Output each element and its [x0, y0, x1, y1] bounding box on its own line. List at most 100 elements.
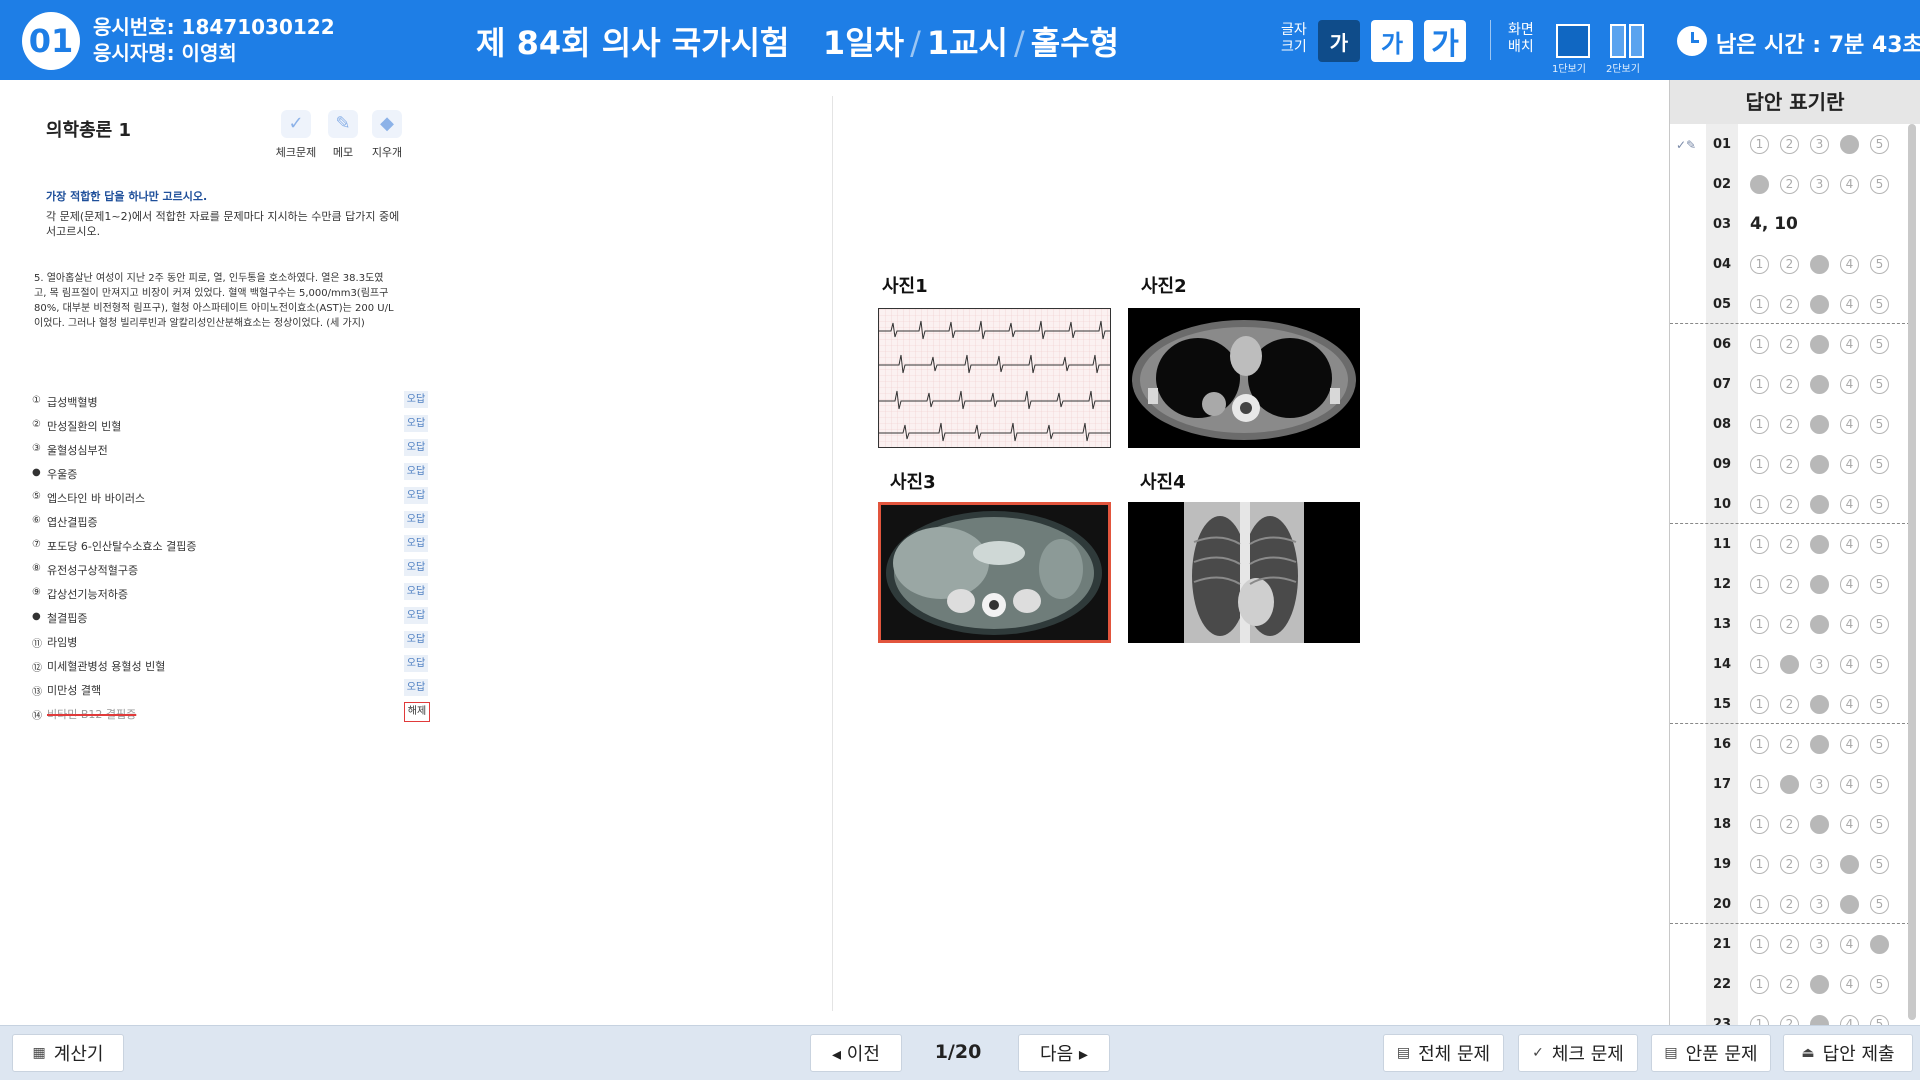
answer-bubble[interactable]: 3	[1810, 175, 1829, 194]
answer-bubble[interactable]: 4	[1840, 495, 1859, 514]
answer-bubble[interactable]: 1	[1750, 735, 1769, 754]
answer-bubble[interactable]: 2	[1780, 375, 1799, 394]
scrollbar-thumb[interactable]	[1908, 124, 1916, 1020]
answer-bubble[interactable]: 1	[1750, 495, 1769, 514]
mark-wrong-button[interactable]: 오답	[404, 655, 428, 672]
answer-bubble-selected[interactable]: 3	[1810, 335, 1829, 354]
answer-question-number[interactable]: 15	[1706, 697, 1738, 712]
answer-question-number[interactable]: 21	[1706, 937, 1738, 952]
answer-bubble-selected[interactable]: 3	[1810, 375, 1829, 394]
answer-question-number[interactable]: 19	[1706, 857, 1738, 872]
calculator-button[interactable]: ▦ 계산기	[12, 1034, 124, 1072]
answer-bubble[interactable]: 1	[1750, 615, 1769, 634]
answer-bubble-selected[interactable]: 3	[1810, 1015, 1829, 1025]
memo-tool[interactable]: ✎ 메모	[321, 110, 365, 160]
answer-bubble-selected[interactable]: 4	[1840, 895, 1859, 914]
answer-bubble[interactable]: 2	[1780, 855, 1799, 874]
answer-bubble[interactable]: 3	[1810, 135, 1829, 154]
answer-bubble[interactable]: 1	[1750, 655, 1769, 674]
all-questions-button[interactable]: ▤ 전체 문제	[1383, 1034, 1504, 1072]
answer-question-number[interactable]: 12	[1706, 577, 1738, 592]
answer-bubble[interactable]: 1	[1750, 975, 1769, 994]
answer-bubble[interactable]: 4	[1840, 455, 1859, 474]
answer-question-number[interactable]: 05	[1706, 297, 1738, 312]
answer-bubble[interactable]: 4	[1840, 935, 1859, 954]
mark-wrong-button[interactable]: 오답	[404, 415, 428, 432]
answer-bubble[interactable]: 1	[1750, 775, 1769, 794]
option-row[interactable]: ⑬ 미만성 결핵 오답	[32, 678, 432, 702]
answer-bubble[interactable]: 4	[1840, 1015, 1859, 1025]
two-column-layout-button[interactable]	[1610, 24, 1644, 58]
answer-bubble[interactable]: 2	[1780, 295, 1799, 314]
answer-bubble[interactable]: 1	[1750, 255, 1769, 274]
answer-bubble[interactable]: 2	[1780, 575, 1799, 594]
abdomen-ct-image[interactable]	[878, 502, 1111, 643]
typed-answer[interactable]: 4, 10	[1750, 214, 1798, 234]
option-row[interactable]: ⑫ 미세혈관병성 용혈성 빈혈 오답	[32, 654, 432, 678]
mark-wrong-button[interactable]: 오답	[404, 559, 428, 576]
answer-question-number[interactable]: 09	[1706, 457, 1738, 472]
answer-bubble-selected[interactable]: 3	[1810, 455, 1829, 474]
answer-question-number[interactable]: 18	[1706, 817, 1738, 832]
option-row[interactable]: ● 우울증 오답	[32, 462, 432, 486]
answer-question-number[interactable]: 23	[1706, 1017, 1738, 1025]
option-row-struck[interactable]: ⑭ 비타민 B12 결핍증 해제	[32, 702, 432, 726]
answer-bubble[interactable]: 5	[1870, 255, 1889, 274]
answer-bubble[interactable]: 5	[1870, 495, 1889, 514]
option-row[interactable]: ③ 울혈성심부전 오답	[32, 438, 432, 462]
font-size-large-button[interactable]: 가	[1424, 20, 1466, 62]
answer-bubble[interactable]: 2	[1780, 895, 1799, 914]
answer-question-number[interactable]: 13	[1706, 617, 1738, 632]
answer-bubble[interactable]: 5	[1870, 375, 1889, 394]
answer-bubble-selected[interactable]: 3	[1810, 255, 1829, 274]
answer-bubble[interactable]: 2	[1780, 415, 1799, 434]
answer-bubble[interactable]: 4	[1840, 775, 1859, 794]
option-row[interactable]: ⑨ 갑상선기능저하증 오답	[32, 582, 432, 606]
answer-bubble[interactable]: 1	[1750, 935, 1769, 954]
answer-bubble[interactable]: 3	[1810, 935, 1829, 954]
answer-bubble[interactable]: 2	[1780, 615, 1799, 634]
answer-bubble[interactable]: 5	[1870, 1015, 1889, 1025]
mark-wrong-button[interactable]: 오답	[404, 679, 428, 696]
answer-bubble-selected[interactable]: 2	[1780, 655, 1799, 674]
mark-wrong-button[interactable]: 오답	[404, 439, 428, 456]
answer-bubble[interactable]: 1	[1750, 375, 1769, 394]
option-row[interactable]: ⑤ 엡스타인 바 바이러스 오답	[32, 486, 432, 510]
answer-question-number[interactable]: 20	[1706, 897, 1738, 912]
chest-ct-image[interactable]	[1128, 308, 1360, 448]
answer-bubble[interactable]: 5	[1870, 575, 1889, 594]
answer-bubble[interactable]: 4	[1840, 175, 1859, 194]
answer-bubble[interactable]: 5	[1870, 975, 1889, 994]
option-row[interactable]: ⑥ 엽산결핍증 오답	[32, 510, 432, 534]
answer-bubble[interactable]: 5	[1870, 135, 1889, 154]
answer-bubble[interactable]: 1	[1750, 415, 1769, 434]
answer-bubble[interactable]: 2	[1780, 735, 1799, 754]
answer-question-number[interactable]: 08	[1706, 417, 1738, 432]
answer-bubble-selected[interactable]: 3	[1810, 295, 1829, 314]
option-row[interactable]: ① 급성백혈병 오답	[32, 390, 432, 414]
answer-bubble[interactable]: 4	[1840, 375, 1859, 394]
answer-bubble[interactable]: 5	[1870, 535, 1889, 554]
answer-bubble[interactable]: 3	[1810, 655, 1829, 674]
previous-button[interactable]: ◂ 이전	[810, 1034, 902, 1072]
answer-question-number[interactable]: 01	[1706, 137, 1738, 152]
answer-bubble[interactable]: 4	[1840, 695, 1859, 714]
answer-bubble[interactable]: 4	[1840, 975, 1859, 994]
answer-bubble[interactable]: 2	[1780, 975, 1799, 994]
answer-bubble[interactable]: 2	[1780, 175, 1799, 194]
answer-bubble[interactable]: 5	[1870, 695, 1889, 714]
mark-wrong-button[interactable]: 오답	[404, 535, 428, 552]
answer-bubble[interactable]: 1	[1750, 815, 1769, 834]
mark-wrong-button[interactable]: 오답	[404, 463, 428, 480]
check-question-tool[interactable]: ✓ 체크문제	[274, 110, 318, 160]
mark-wrong-button[interactable]: 오답	[404, 607, 428, 624]
answer-bubble-selected[interactable]: 3	[1810, 495, 1829, 514]
answer-bubble-selected[interactable]: 1	[1750, 175, 1769, 194]
answer-bubble[interactable]: 2	[1780, 935, 1799, 954]
answer-question-number[interactable]: 10	[1706, 497, 1738, 512]
answer-bubble-selected[interactable]: 3	[1810, 695, 1829, 714]
answer-question-number[interactable]: 07	[1706, 377, 1738, 392]
ecg-image[interactable]	[878, 308, 1111, 448]
answer-question-number[interactable]: 03	[1706, 217, 1738, 232]
answer-bubble[interactable]: 4	[1840, 255, 1859, 274]
